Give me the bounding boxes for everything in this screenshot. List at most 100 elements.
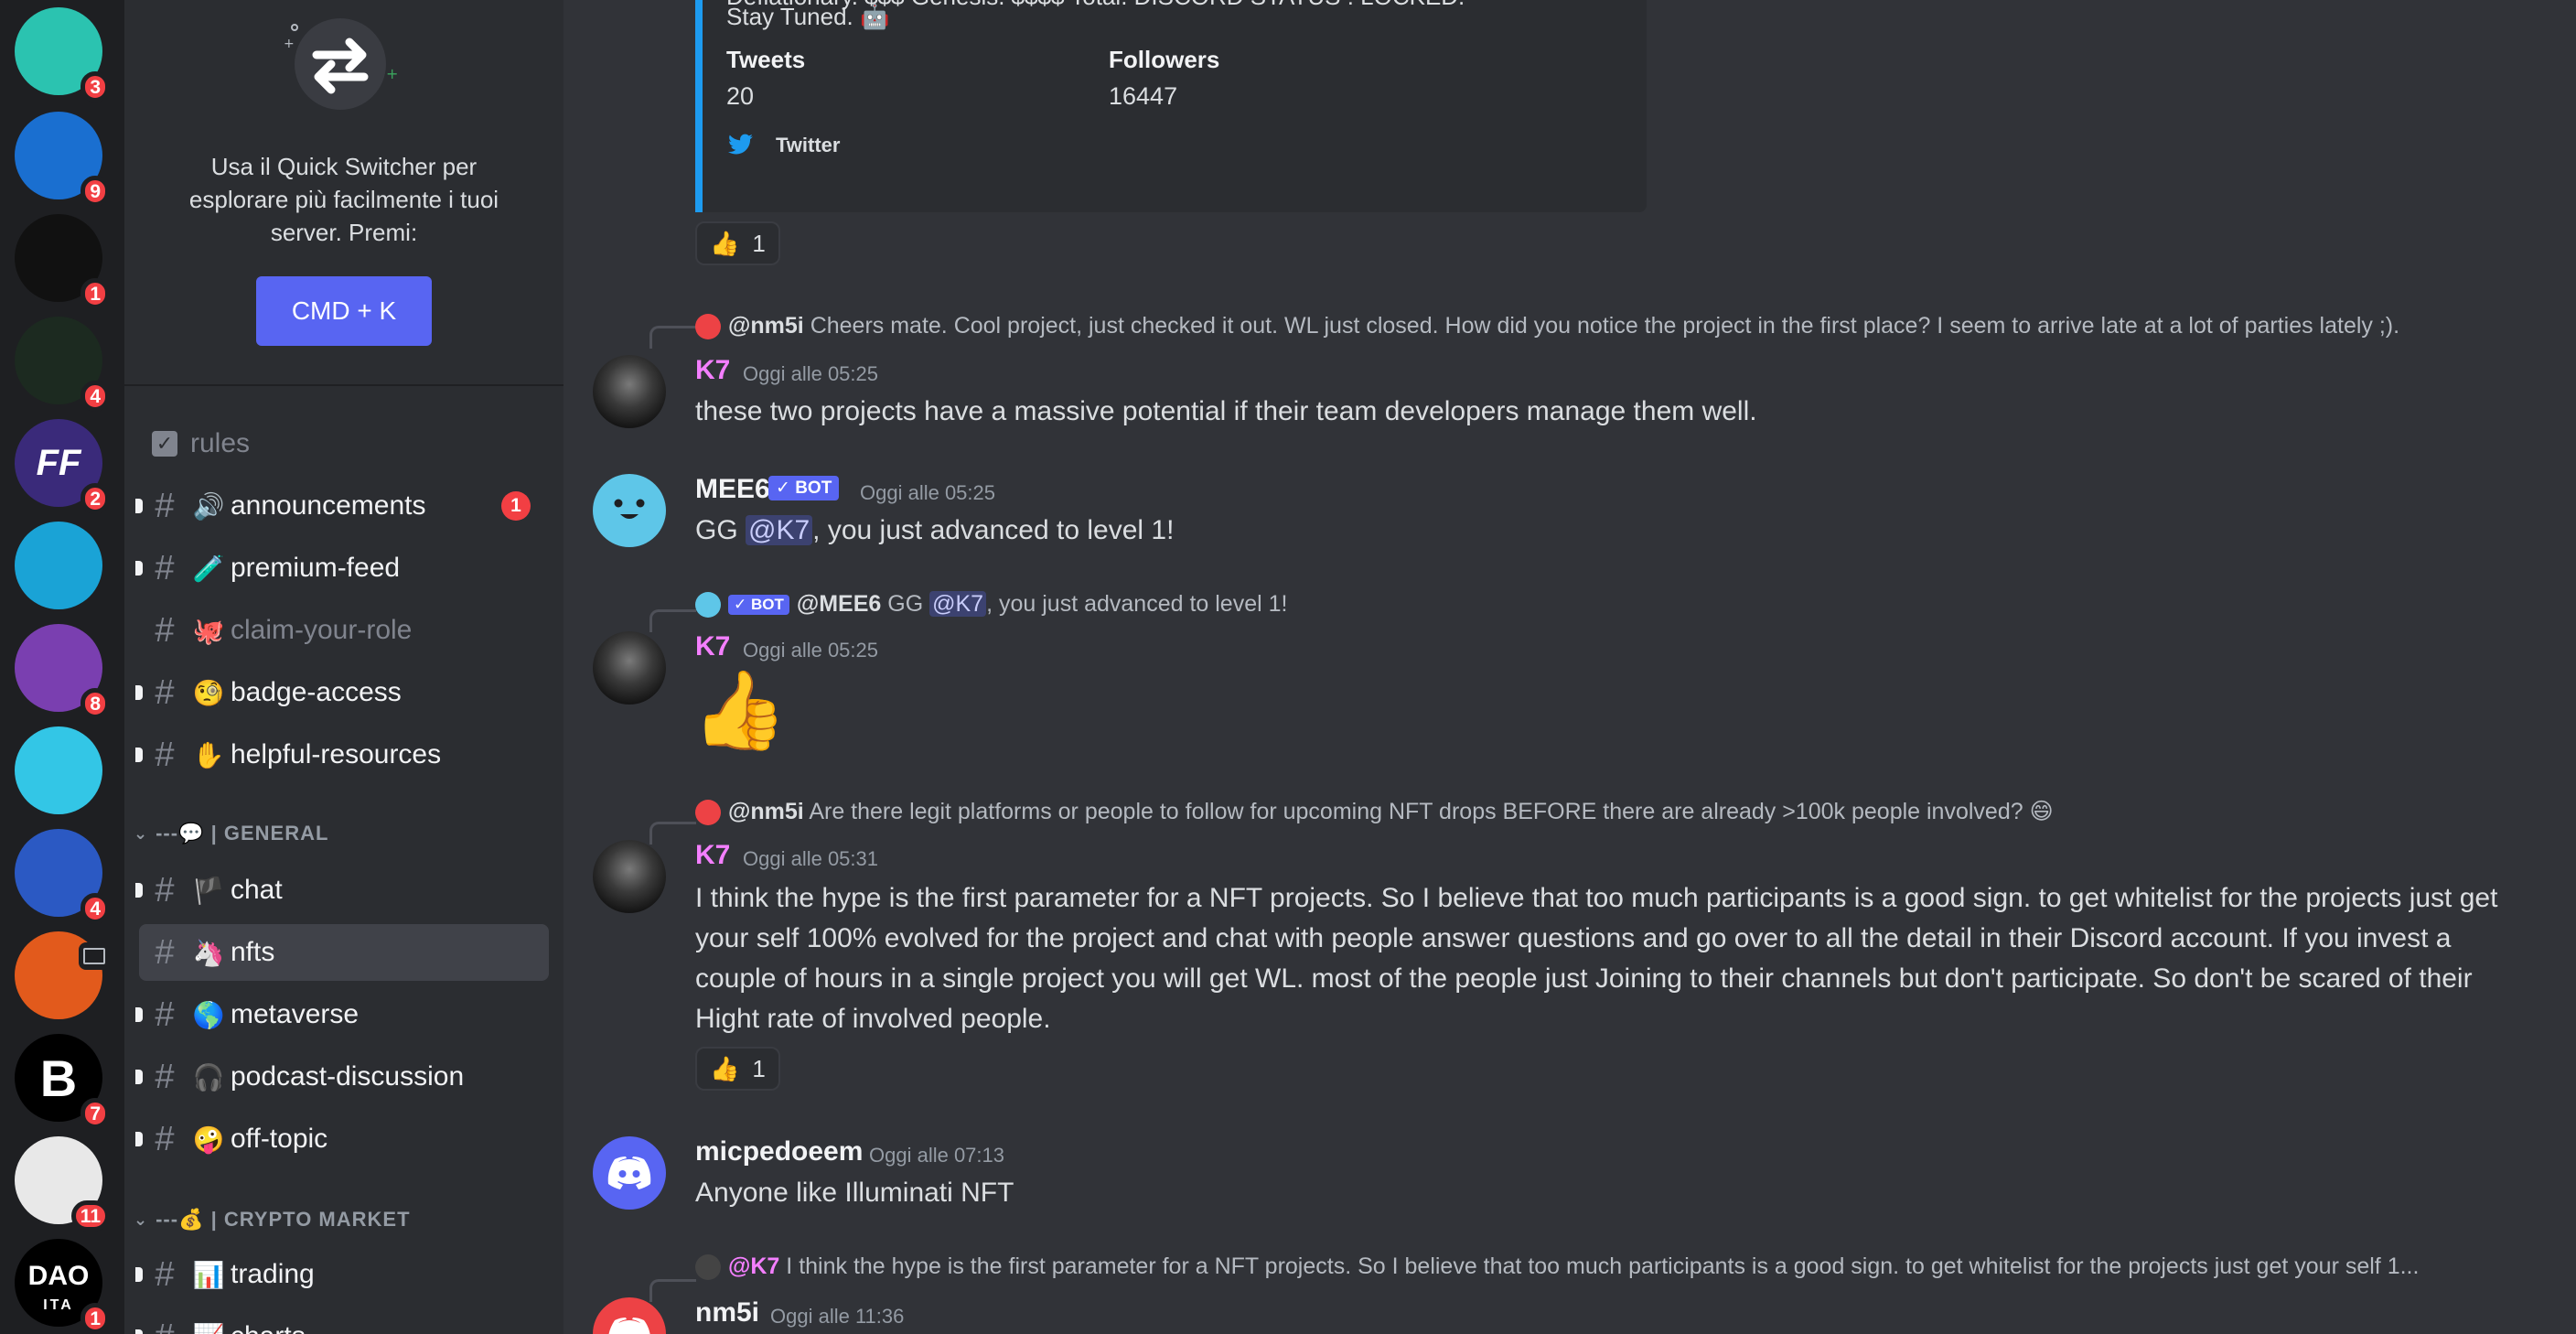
test-tube-icon: 🧪 [192,554,225,583]
bot-tag-label: ✓ BOT [768,476,840,500]
reaction-count: 1 [752,1054,766,1082]
avatar[interactable] [593,355,666,428]
category-label: ---💬 | GENERAL [156,822,329,845]
avatar-server[interactable]: 11 [15,1136,110,1232]
reply-preview[interactable]: ✓ BOT @MEE6 GG @K7, you just advanced to … [695,591,1288,619]
reply-preview[interactable]: @nm5i Cheers mate. Cool project, just ch… [695,313,2399,340]
quick-switcher-promo: + + Usa il Quick Switcher per esplorare … [124,0,564,386]
hash-icon: # [155,486,175,525]
avatar[interactable] [593,1136,666,1210]
message-content: Hight rate of involved people. [695,1004,1051,1034]
reply-author[interactable]: @nm5i [728,313,804,339]
message-author[interactable]: nm5i [695,1297,759,1329]
reply-text: , you just advanced to level 1! [986,591,1288,617]
hash-icon: # [155,1254,175,1294]
quick-switcher-button[interactable]: CMD + K [256,276,432,346]
swirl-server[interactable] [15,522,102,609]
dao-server[interactable]: DAO ITA 1 [15,1239,110,1334]
channel-announcements[interactable]: # 🔊 announcements 1 [135,478,549,534]
unread-indicator [135,1329,143,1334]
reply-connector [649,609,696,632]
embed-footer: Twitter [776,134,841,156]
avatar[interactable] [593,474,666,547]
notification-badge: 7 [80,1098,110,1129]
reply-author[interactable]: @nm5i [728,799,804,824]
reply-preview[interactable]: @K7 I think the hype is the first parame… [695,1253,2419,1281]
chart-up-icon: 📈 [190,1322,227,1334]
b-server[interactable]: B7 [15,1034,110,1129]
rocket-server[interactable]: 9 [15,112,110,207]
twitter-bird-icon [728,134,753,155]
channel-metaverse[interactable]: # 🌎 metaverse [135,986,549,1043]
avatar[interactable] [593,631,666,705]
reaction-thumbs-up[interactable]: 👍 1 [695,221,780,265]
channel-name: off-topic [231,1124,328,1154]
hash-icon: # [155,1119,175,1158]
channel-premium-feed[interactable]: # 🧪 premium-feed [135,540,549,597]
channel-name: badge-access [231,677,402,707]
user-mention[interactable]: @K7 [929,591,987,617]
unicorn-icon: 🦄 [192,938,225,967]
blue-rocket-server[interactable]: 4 [15,829,110,924]
channel-sidebar: + + Usa il Quick Switcher per esplorare … [124,0,564,1334]
category-general[interactable]: ⌄ ---💬 | GENERAL [134,822,328,845]
wave-server[interactable] [15,726,102,814]
channel-claim-your-role[interactable]: # 🐙 claim-your-role [139,602,549,659]
unread-indicator [135,883,143,898]
channel-badge-access[interactable]: # 🧐 badge-access [135,664,549,721]
reply-author[interactable]: @MEE6 [797,591,881,617]
reply-preview[interactable]: @nm5i Are there legit platforms or peopl… [695,798,2054,826]
channel-nfts[interactable]: # 🦄 nfts [139,924,549,981]
globe-icon: 🌎 [192,1000,225,1029]
message-author[interactable]: MEE6 [695,474,770,505]
raised-hand-icon: ✋ [192,740,225,769]
unread-indicator [135,685,143,700]
followers-value: 16447 [1109,82,1178,110]
rules-checkbox-icon: ✓ [152,431,177,457]
unread-indicator [135,1267,143,1282]
message-author[interactable]: K7 [695,631,730,662]
reply-connector [649,1279,696,1302]
channel-rules[interactable]: ✓ rules [139,415,549,472]
bot-tag: ✓ BOT [728,595,789,616]
category-crypto-market[interactable]: ⌄ ---💰 | CRYPTO MARKET [134,1208,411,1232]
channel-helpful-resources[interactable]: # ✋ helpful-resources [135,726,549,783]
channel-chat[interactable]: # 🏴 chat [135,862,549,919]
avatar[interactable] [593,840,666,913]
mee6-face-icon [614,499,645,519]
mention-badge: 1 [501,491,531,521]
reaction-thumbs-up[interactable]: 👍 1 [695,1047,780,1091]
discord-logo-icon [607,1156,651,1189]
green-shape-server[interactable]: 4 [15,317,110,412]
avatar[interactable] [593,1297,666,1334]
channel-name: podcast-discussion [231,1061,465,1092]
followers-label: Followers [1109,46,1220,73]
message-author[interactable]: K7 [695,840,730,871]
hash-icon: # [155,995,175,1034]
notification-badge: 8 [80,688,110,719]
bar-chart-icon: 📊 [192,1260,225,1289]
message-author[interactable]: K7 [695,355,730,386]
channel-charts[interactable]: # 📈 charts [135,1308,549,1334]
notification-badge: 1 [80,278,110,309]
channel-name: trading [231,1259,315,1289]
message-author[interactable]: micpedoeem [695,1136,863,1167]
user-mention[interactable]: @K7 [746,515,813,545]
message-content: couple of hours in a single project you … [695,963,2473,994]
thumbs-up-icon: 👍 [692,667,788,753]
pizza-server[interactable] [15,931,110,1019]
reply-author[interactable]: @K7 [728,1253,779,1279]
hourglass-server[interactable]: 1 [15,214,110,309]
notification-badge: 2 [80,483,110,514]
channel-name: nfts [231,937,275,967]
alien-server[interactable]: 3 [15,7,110,102]
twitter-embed: Deflationary. $$$ Genesis. $$$$ Total. D… [695,0,1647,212]
ff-server[interactable]: FF 2 [15,419,110,514]
channel-name: metaverse [231,999,360,1029]
quick-switcher-text: Usa il Quick Switcher per esplorare più … [188,153,499,246]
channel-podcast-discussion[interactable]: # 🎧 podcast-discussion [135,1049,549,1105]
hat-server[interactable]: 8 [15,624,110,719]
channel-trading[interactable]: # 📊 trading [135,1246,549,1303]
channel-off-topic[interactable]: # 🤪 off-topic [135,1111,549,1167]
chevron-down-icon: ⌄ [134,1210,149,1229]
